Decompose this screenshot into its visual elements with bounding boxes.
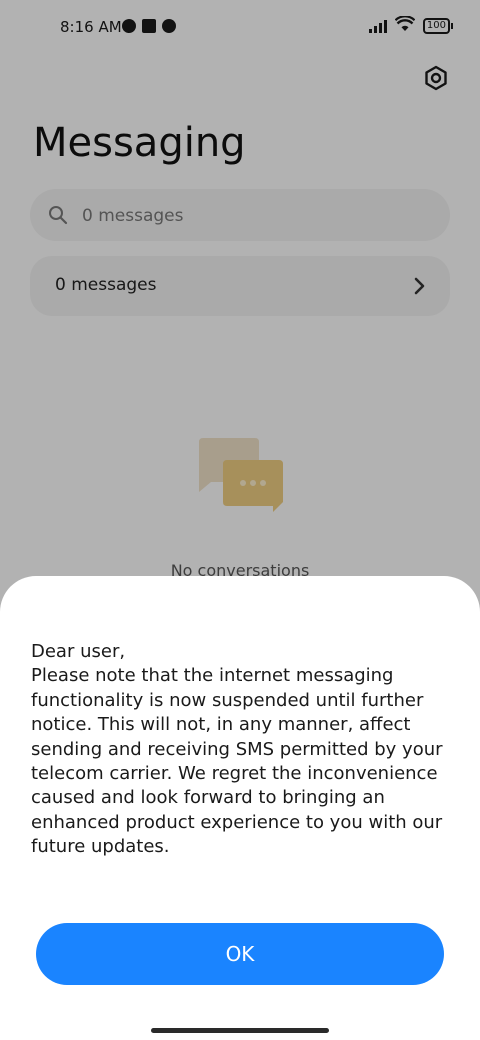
notice-dialog: Dear user, Please note that the internet… [0,576,480,1040]
dialog-line: notice. This will not, in any manner, af… [31,714,411,736]
dialog-line: sending and receiving SMS permitted by y… [31,738,443,760]
dialog-line: functionality is now suspended until fur… [31,689,424,711]
home-indicator[interactable] [151,1028,329,1033]
dialog-line: enhanced product experience to you with … [31,811,443,833]
dialog-line: Dear user, [31,641,126,662]
ok-button[interactable]: OK [36,923,444,985]
dialog-line: caused and look forward to bringing an [31,787,385,809]
dialog-message: Dear user, Please note that the internet… [31,640,451,860]
dialog-line: Please note that the internet messaging [31,665,394,687]
dialog-line: future updates. [31,836,170,858]
dialog-line: telecom carrier. We regret the inconveni… [31,763,438,785]
